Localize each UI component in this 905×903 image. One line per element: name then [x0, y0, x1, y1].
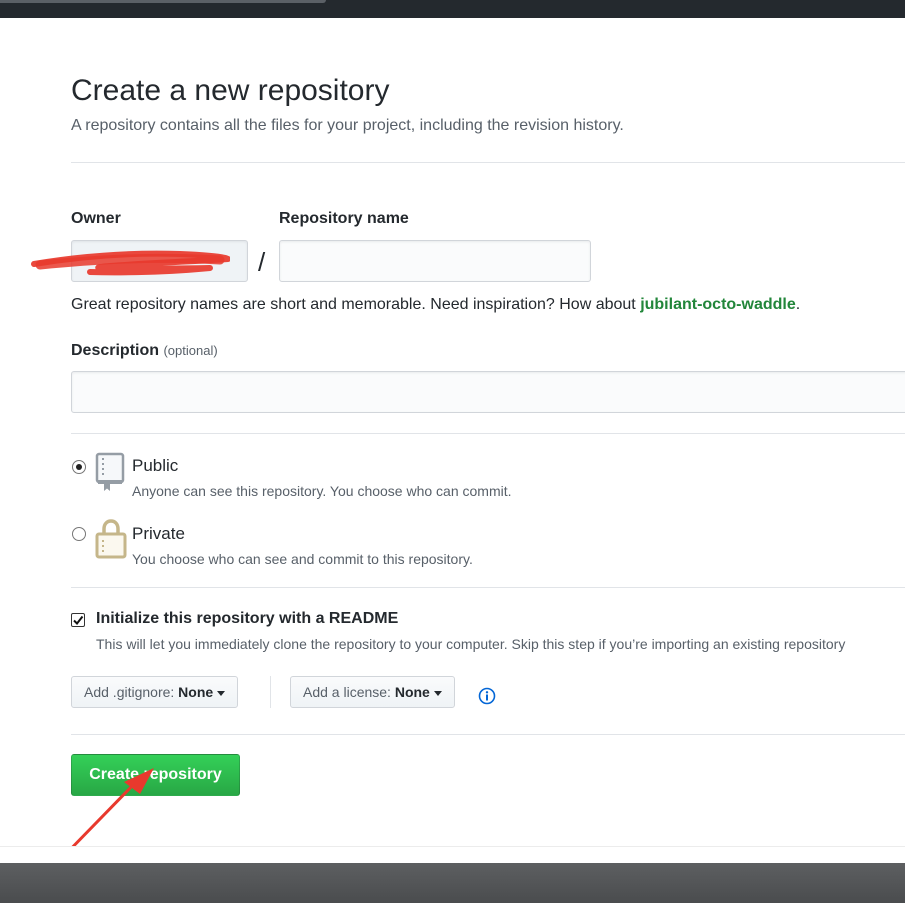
vertical-divider — [270, 676, 271, 708]
public-title: Public — [132, 456, 179, 475]
gitignore-label: Add .gitignore: — [84, 684, 179, 700]
divider — [71, 162, 905, 163]
license-value: None — [394, 684, 430, 700]
owner-repo-separator: / — [258, 247, 266, 277]
gitignore-value: None — [178, 684, 214, 700]
repo-name-hint: Great repository names are short and mem… — [71, 296, 800, 314]
private-desc: You choose who can see and commit to thi… — [132, 551, 473, 567]
public-radio[interactable] — [72, 460, 86, 474]
tab-edge — [0, 0, 326, 3]
optional-tag: (optional) — [163, 343, 218, 358]
init-readme-title: Initialize this repository with a README — [96, 610, 399, 627]
caret-down-icon — [433, 690, 442, 696]
license-dropdown[interactable]: Add a license: None — [290, 676, 455, 708]
repo-name-label: Repository name — [279, 210, 409, 227]
page-bottom-edge — [0, 846, 905, 864]
license-label: Add a license: — [303, 684, 395, 700]
repo-book-icon — [95, 452, 125, 491]
name-suggestion-link[interactable]: jubilant-octo-waddle — [640, 296, 796, 313]
private-title: Private — [132, 524, 185, 543]
repo-name-input[interactable] — [279, 240, 591, 282]
lock-icon — [95, 519, 127, 559]
caret-down-icon — [217, 690, 226, 696]
divider — [71, 587, 905, 588]
init-readme-desc: This will let you immediately clone the … — [96, 636, 846, 652]
description-input[interactable] — [71, 371, 905, 413]
divider — [71, 433, 905, 434]
create-repository-button[interactable]: Create repository — [71, 754, 240, 796]
owner-select[interactable] — [71, 240, 248, 282]
browser-top-bar — [0, 0, 905, 18]
owner-label: Owner — [71, 210, 121, 227]
description-label-text: Description — [71, 342, 160, 359]
taskbar-area — [0, 863, 905, 903]
public-desc: Anyone can see this repository. You choo… — [132, 483, 512, 499]
page-subtitle: A repository contains all the files for … — [71, 117, 624, 134]
gitignore-dropdown[interactable]: Add .gitignore: None — [71, 676, 239, 708]
description-label: Description (optional) — [71, 342, 218, 360]
check-icon — [73, 615, 84, 626]
info-icon[interactable] — [478, 687, 496, 705]
hint-end: . — [795, 296, 801, 313]
hint-text: Great repository names are short and mem… — [71, 296, 641, 313]
init-readme-checkbox[interactable] — [71, 613, 85, 627]
page-title: Create a new repository — [71, 74, 390, 107]
divider — [71, 734, 905, 735]
private-radio[interactable] — [72, 527, 86, 541]
